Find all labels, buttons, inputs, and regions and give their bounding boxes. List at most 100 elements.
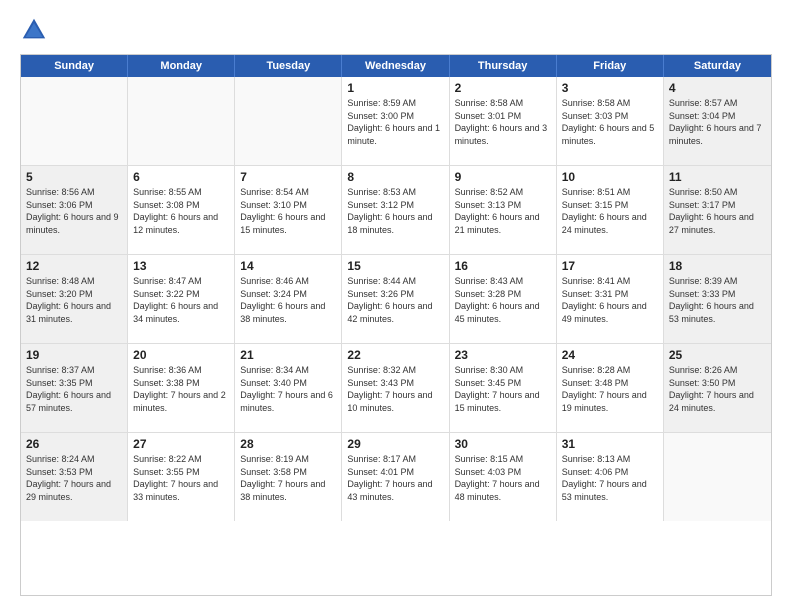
- cell-info: Sunrise: 8:52 AMSunset: 3:13 PMDaylight:…: [455, 186, 551, 236]
- day-number: 16: [455, 259, 551, 273]
- weekday-header: Friday: [557, 55, 664, 77]
- weekday-header: Wednesday: [342, 55, 449, 77]
- calendar-cell: 27 Sunrise: 8:22 AMSunset: 3:55 PMDayligh…: [128, 433, 235, 521]
- weekday-header: Saturday: [664, 55, 771, 77]
- cell-info: Sunrise: 8:55 AMSunset: 3:08 PMDaylight:…: [133, 186, 229, 236]
- day-number: 11: [669, 170, 766, 184]
- day-number: 30: [455, 437, 551, 451]
- calendar-cell: [21, 77, 128, 165]
- weekday-header: Tuesday: [235, 55, 342, 77]
- calendar-cell: 9 Sunrise: 8:52 AMSunset: 3:13 PMDaylight…: [450, 166, 557, 254]
- cell-info: Sunrise: 8:15 AMSunset: 4:03 PMDaylight:…: [455, 453, 551, 503]
- calendar-cell: 17Sunrise: 8:41 AMSunset: 3:31 PMDayligh…: [557, 255, 664, 343]
- cell-info: Sunrise: 8:48 AMSunset: 3:20 PMDaylight:…: [26, 275, 122, 325]
- cell-info: Sunrise: 8:59 AMSunset: 3:00 PMDaylight:…: [347, 97, 443, 147]
- day-number: 3: [562, 81, 658, 95]
- cell-info: Sunrise: 8:19 AMSunset: 3:58 PMDaylight:…: [240, 453, 336, 503]
- day-number: 8: [347, 170, 443, 184]
- weekday-header: Monday: [128, 55, 235, 77]
- cell-info: Sunrise: 8:36 AMSunset: 3:38 PMDaylight:…: [133, 364, 229, 414]
- calendar-cell: 26 Sunrise: 8:24 AMSunset: 3:53 PMDayligh…: [21, 433, 128, 521]
- cell-info: Sunrise: 8:17 AMSunset: 4:01 PMDaylight:…: [347, 453, 443, 503]
- day-number: 26: [26, 437, 122, 451]
- day-number: 27: [133, 437, 229, 451]
- cell-info: Sunrise: 8:58 AMSunset: 3:01 PMDaylight:…: [455, 97, 551, 147]
- cell-info: Sunrise: 8:44 AMSunset: 3:26 PMDaylight:…: [347, 275, 443, 325]
- day-number: 2: [455, 81, 551, 95]
- logo: [20, 16, 52, 44]
- calendar-cell: 11 Sunrise: 8:50 AMSunset: 3:17 PMDayligh…: [664, 166, 771, 254]
- day-number: 12: [26, 259, 122, 273]
- day-number: 7: [240, 170, 336, 184]
- calendar-cell: 28 Sunrise: 8:19 AMSunset: 3:58 PMDayligh…: [235, 433, 342, 521]
- calendar-cell: [664, 433, 771, 521]
- calendar-cell: 4 Sunrise: 8:57 AMSunset: 3:04 PMDaylight…: [664, 77, 771, 165]
- calendar-week-row: 12 Sunrise: 8:48 AMSunset: 3:20 PMDayligh…: [21, 255, 771, 344]
- calendar-cell: 25Sunrise: 8:26 AMSunset: 3:50 PMDayligh…: [664, 344, 771, 432]
- day-number: 15: [347, 259, 443, 273]
- calendar-cell: 31Sunrise: 8:13 AMSunset: 4:06 PMDayligh…: [557, 433, 664, 521]
- calendar-cell: 5 Sunrise: 8:56 AMSunset: 3:06 PMDaylight…: [21, 166, 128, 254]
- day-number: 9: [455, 170, 551, 184]
- calendar-header: SundayMondayTuesdayWednesdayThursdayFrid…: [21, 55, 771, 77]
- day-number: 21: [240, 348, 336, 362]
- calendar-cell: 1Sunrise: 8:59 AMSunset: 3:00 PMDaylight…: [342, 77, 449, 165]
- cell-info: Sunrise: 8:54 AMSunset: 3:10 PMDaylight:…: [240, 186, 336, 236]
- day-number: 22: [347, 348, 443, 362]
- cell-info: Sunrise: 8:32 AMSunset: 3:43 PMDaylight:…: [347, 364, 443, 414]
- calendar-cell: 24Sunrise: 8:28 AMSunset: 3:48 PMDayligh…: [557, 344, 664, 432]
- calendar-cell: 14 Sunrise: 8:46 AMSunset: 3:24 PMDayligh…: [235, 255, 342, 343]
- calendar-cell: 2 Sunrise: 8:58 AMSunset: 3:01 PMDaylight…: [450, 77, 557, 165]
- calendar-cell: [128, 77, 235, 165]
- logo-icon: [20, 16, 48, 44]
- calendar-body: 1Sunrise: 8:59 AMSunset: 3:00 PMDaylight…: [21, 77, 771, 521]
- calendar-week-row: 5 Sunrise: 8:56 AMSunset: 3:06 PMDaylight…: [21, 166, 771, 255]
- day-number: 20: [133, 348, 229, 362]
- cell-info: Sunrise: 8:24 AMSunset: 3:53 PMDaylight:…: [26, 453, 122, 503]
- cell-info: Sunrise: 8:43 AMSunset: 3:28 PMDaylight:…: [455, 275, 551, 325]
- cell-info: Sunrise: 8:47 AMSunset: 3:22 PMDaylight:…: [133, 275, 229, 325]
- calendar-cell: 23Sunrise: 8:30 AMSunset: 3:45 PMDayligh…: [450, 344, 557, 432]
- day-number: 28: [240, 437, 336, 451]
- day-number: 5: [26, 170, 122, 184]
- calendar-cell: 7 Sunrise: 8:54 AMSunset: 3:10 PMDaylight…: [235, 166, 342, 254]
- day-number: 6: [133, 170, 229, 184]
- day-number: 14: [240, 259, 336, 273]
- cell-info: Sunrise: 8:46 AMSunset: 3:24 PMDaylight:…: [240, 275, 336, 325]
- day-number: 31: [562, 437, 658, 451]
- calendar-cell: 20 Sunrise: 8:36 AMSunset: 3:38 PMDayligh…: [128, 344, 235, 432]
- cell-info: Sunrise: 8:51 AMSunset: 3:15 PMDaylight:…: [562, 186, 658, 236]
- calendar: SundayMondayTuesdayWednesdayThursdayFrid…: [20, 54, 772, 596]
- weekday-header: Sunday: [21, 55, 128, 77]
- cell-info: Sunrise: 8:26 AMSunset: 3:50 PMDaylight:…: [669, 364, 766, 414]
- calendar-cell: 13Sunrise: 8:47 AMSunset: 3:22 PMDayligh…: [128, 255, 235, 343]
- calendar-week-row: 1Sunrise: 8:59 AMSunset: 3:00 PMDaylight…: [21, 77, 771, 166]
- day-number: 18: [669, 259, 766, 273]
- day-number: 10: [562, 170, 658, 184]
- calendar-cell: 15 Sunrise: 8:44 AMSunset: 3:26 PMDayligh…: [342, 255, 449, 343]
- cell-info: Sunrise: 8:57 AMSunset: 3:04 PMDaylight:…: [669, 97, 766, 147]
- cell-info: Sunrise: 8:30 AMSunset: 3:45 PMDaylight:…: [455, 364, 551, 414]
- cell-info: Sunrise: 8:58 AMSunset: 3:03 PMDaylight:…: [562, 97, 658, 147]
- cell-info: Sunrise: 8:50 AMSunset: 3:17 PMDaylight:…: [669, 186, 766, 236]
- calendar-week-row: 19Sunrise: 8:37 AMSunset: 3:35 PMDayligh…: [21, 344, 771, 433]
- calendar-cell: 16 Sunrise: 8:43 AMSunset: 3:28 PMDayligh…: [450, 255, 557, 343]
- cell-info: Sunrise: 8:53 AMSunset: 3:12 PMDaylight:…: [347, 186, 443, 236]
- calendar-cell: 10 Sunrise: 8:51 AMSunset: 3:15 PMDayligh…: [557, 166, 664, 254]
- calendar-cell: [235, 77, 342, 165]
- calendar-cell: 12 Sunrise: 8:48 AMSunset: 3:20 PMDayligh…: [21, 255, 128, 343]
- weekday-header: Thursday: [450, 55, 557, 77]
- day-number: 29: [347, 437, 443, 451]
- calendar-cell: 29 Sunrise: 8:17 AMSunset: 4:01 PMDayligh…: [342, 433, 449, 521]
- day-number: 4: [669, 81, 766, 95]
- calendar-cell: 6 Sunrise: 8:55 AMSunset: 3:08 PMDaylight…: [128, 166, 235, 254]
- calendar-cell: 30 Sunrise: 8:15 AMSunset: 4:03 PMDayligh…: [450, 433, 557, 521]
- day-number: 19: [26, 348, 122, 362]
- calendar-cell: 19Sunrise: 8:37 AMSunset: 3:35 PMDayligh…: [21, 344, 128, 432]
- calendar-cell: 3 Sunrise: 8:58 AMSunset: 3:03 PMDaylight…: [557, 77, 664, 165]
- calendar-cell: 18Sunrise: 8:39 AMSunset: 3:33 PMDayligh…: [664, 255, 771, 343]
- cell-info: Sunrise: 8:22 AMSunset: 3:55 PMDaylight:…: [133, 453, 229, 503]
- cell-info: Sunrise: 8:56 AMSunset: 3:06 PMDaylight:…: [26, 186, 122, 236]
- calendar-cell: 8 Sunrise: 8:53 AMSunset: 3:12 PMDaylight…: [342, 166, 449, 254]
- calendar-cell: 21Sunrise: 8:34 AMSunset: 3:40 PMDayligh…: [235, 344, 342, 432]
